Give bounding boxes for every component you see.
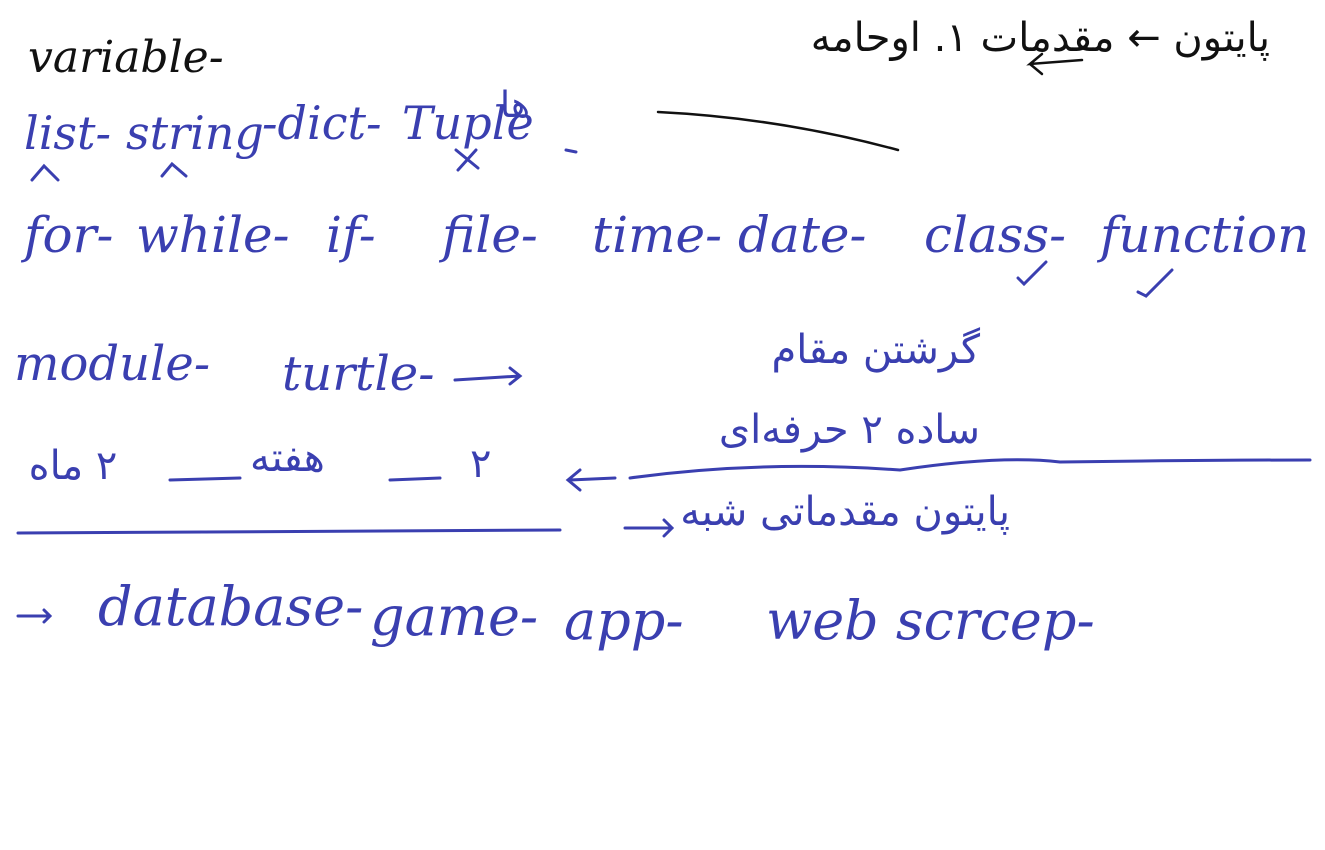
- check-function: [1136, 268, 1174, 298]
- caret-string: [160, 161, 188, 178]
- type-list: list-: [24, 106, 112, 160]
- persian-note-2: ساده ۲ حرفه‌ای: [718, 407, 980, 453]
- arrow-left-3: [168, 476, 242, 482]
- title-persian: پایتون ← مقدمات ۱. اوحامه: [810, 15, 1270, 61]
- arrow-left-2: [388, 476, 442, 482]
- type-dict: -dict-: [262, 96, 382, 150]
- module-label: module-: [14, 336, 211, 392]
- divider-right: [628, 458, 1312, 480]
- control-for: for-: [24, 206, 114, 264]
- arrow-left-4: [623, 518, 675, 538]
- project-app: app-: [564, 589, 684, 652]
- control-date: date-: [738, 206, 867, 264]
- project-database: database-: [98, 575, 364, 638]
- control-while: while-: [136, 206, 290, 264]
- check-class: [1016, 260, 1048, 287]
- arrow-left-1: [565, 468, 617, 492]
- persian-note-3: پایتون مقدماتی شبه: [680, 489, 1010, 535]
- cross-tuple: [454, 148, 480, 172]
- type-string: string: [126, 106, 264, 160]
- weeks-label: هفته: [250, 435, 325, 481]
- control-if: if-: [326, 206, 376, 264]
- underline-header: [656, 110, 900, 152]
- control-function: function: [1100, 206, 1310, 264]
- arrow-projects: [16, 608, 53, 624]
- persian-note-1: گرشتن مقام: [771, 327, 980, 373]
- turtle-label: turtle-: [282, 346, 435, 402]
- divider-left: [16, 528, 562, 535]
- arrow-turtle: [453, 366, 523, 386]
- control-file: file-: [442, 206, 538, 264]
- project-webscrap: web scrcep-: [766, 589, 1095, 652]
- control-class: class-: [924, 206, 1067, 264]
- title-variable: variable-: [28, 32, 224, 83]
- caret-list: [30, 163, 60, 182]
- type-ha: ها: [500, 85, 530, 126]
- project-game: game-: [370, 585, 539, 648]
- dash-after-tuple: [564, 148, 578, 154]
- months-label: ۲ ماه: [28, 443, 118, 489]
- number-2: ۲: [470, 441, 492, 487]
- control-time: time-: [592, 206, 722, 264]
